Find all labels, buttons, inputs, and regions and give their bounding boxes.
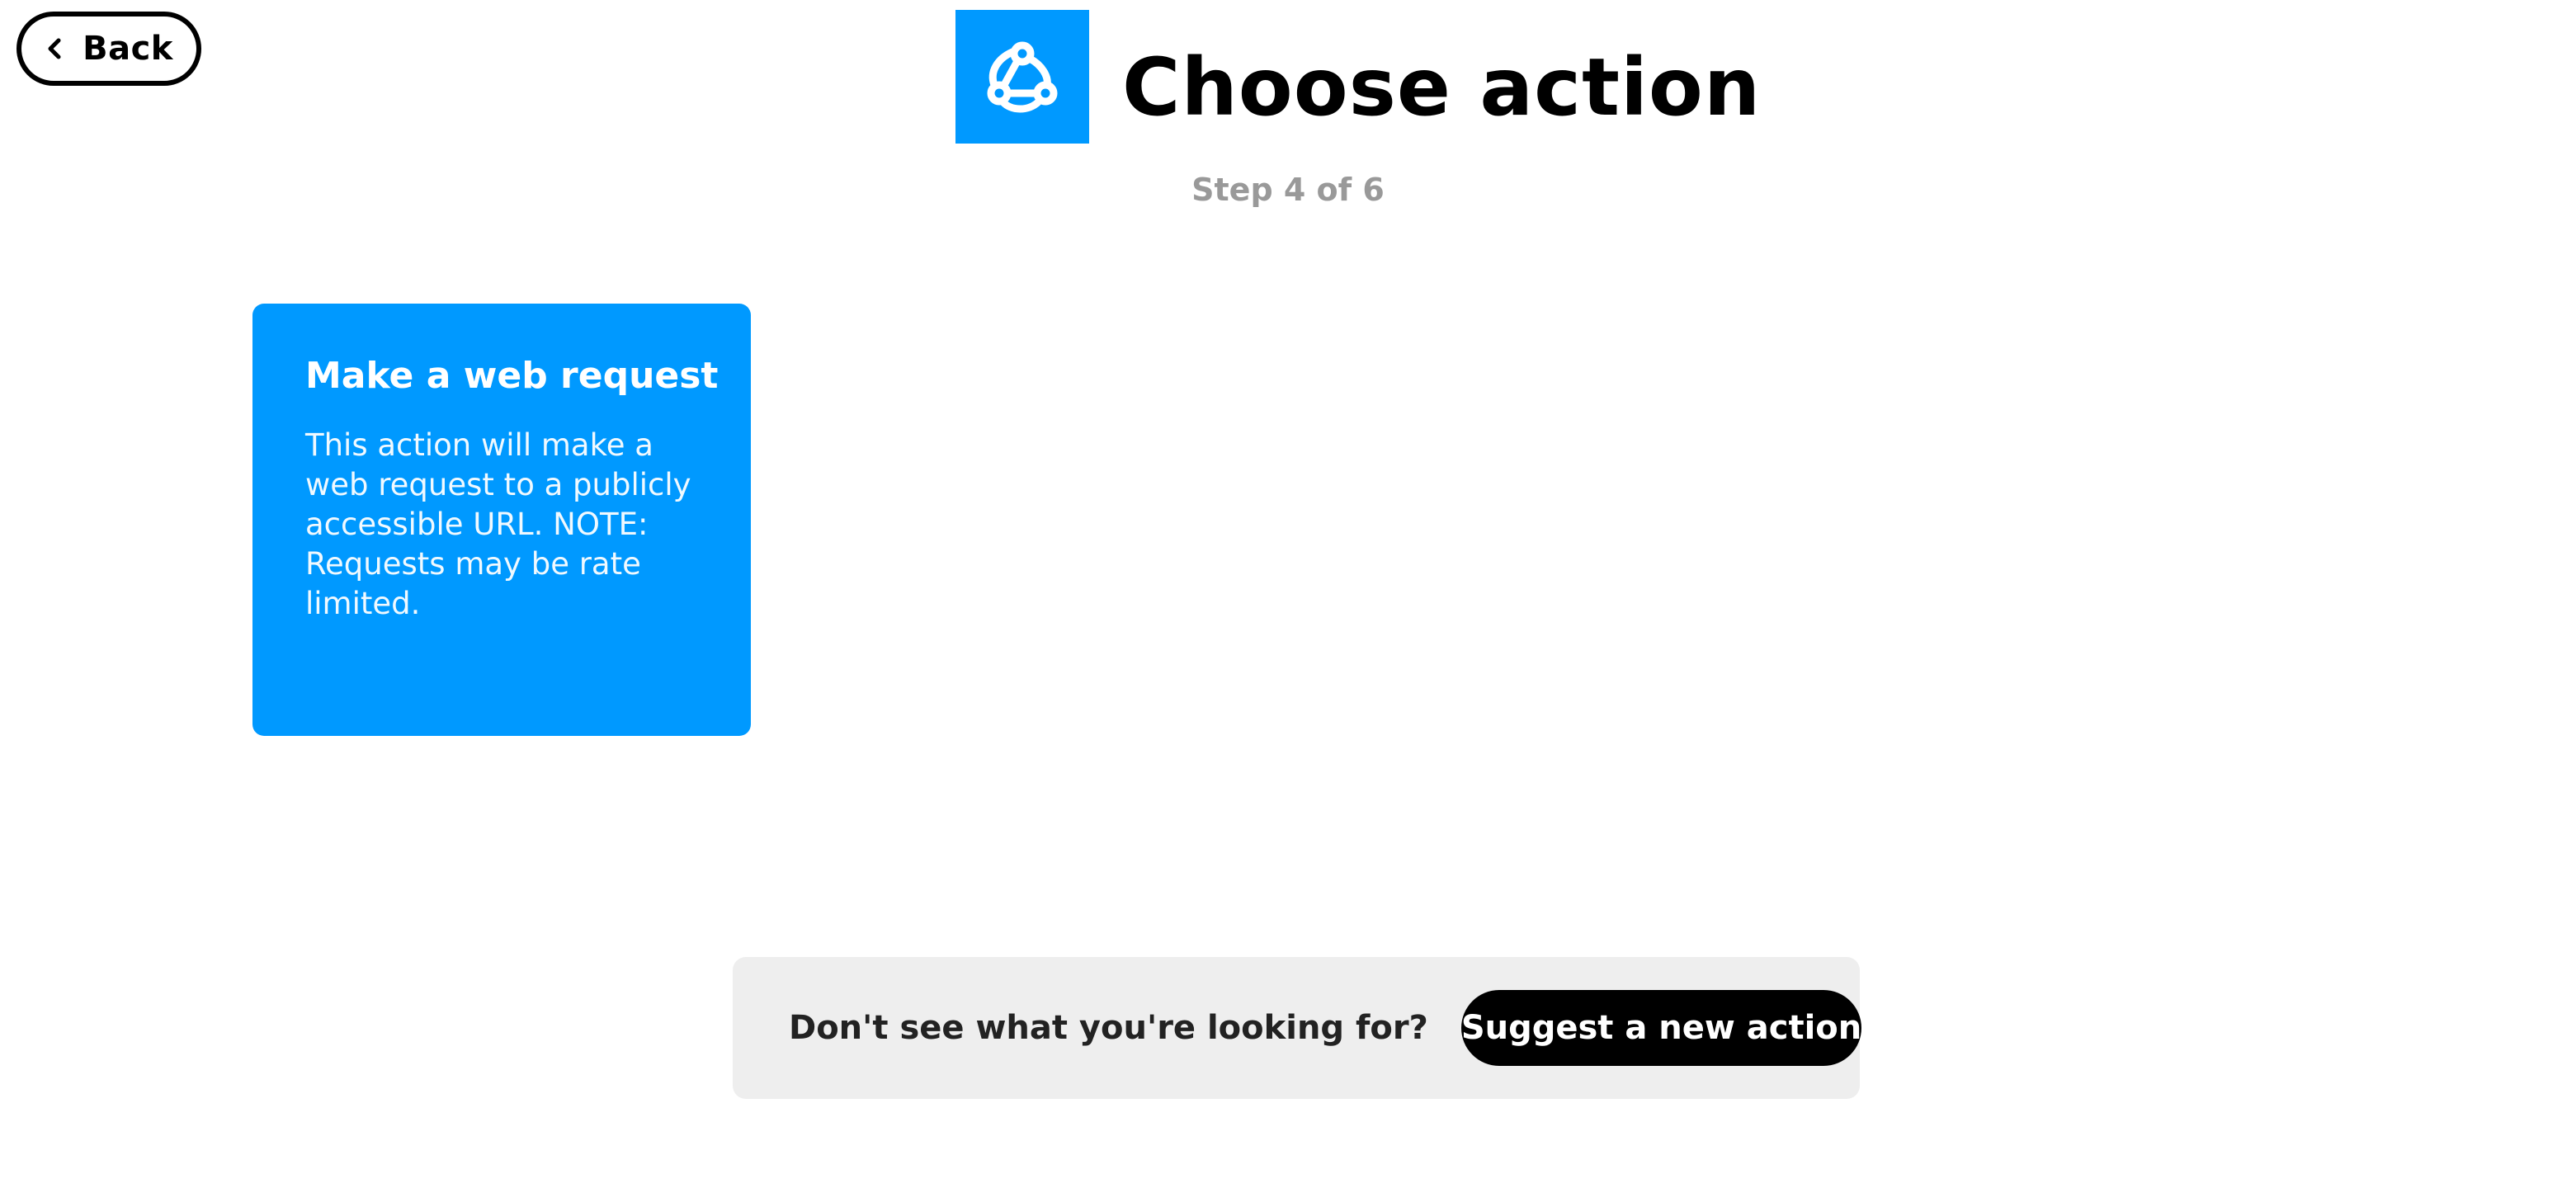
back-button[interactable]: Back xyxy=(17,12,201,86)
page-title: Choose action xyxy=(1122,41,1762,134)
chevron-left-icon xyxy=(45,38,66,59)
action-card-make-web-request[interactable]: Make a web request This action will make… xyxy=(252,304,751,736)
back-label: Back xyxy=(83,30,173,68)
step-indicator: Step 4 of 6 xyxy=(1191,172,1385,208)
suggest-new-action-button[interactable]: Suggest a new action xyxy=(1460,990,1862,1066)
webhook-icon xyxy=(983,35,1062,118)
suggest-prompt: Don't see what you're looking for? xyxy=(789,1009,1428,1047)
suggest-bar: Don't see what you're looking for? Sugge… xyxy=(733,957,1862,1099)
action-card-description: This action will make a web request to a… xyxy=(305,427,691,621)
choose-action-page: Back Choose action Step 4 of 6 Make a we… xyxy=(0,0,2576,1188)
action-card-title: Make a web request xyxy=(305,355,719,397)
service-logo xyxy=(955,10,1089,144)
